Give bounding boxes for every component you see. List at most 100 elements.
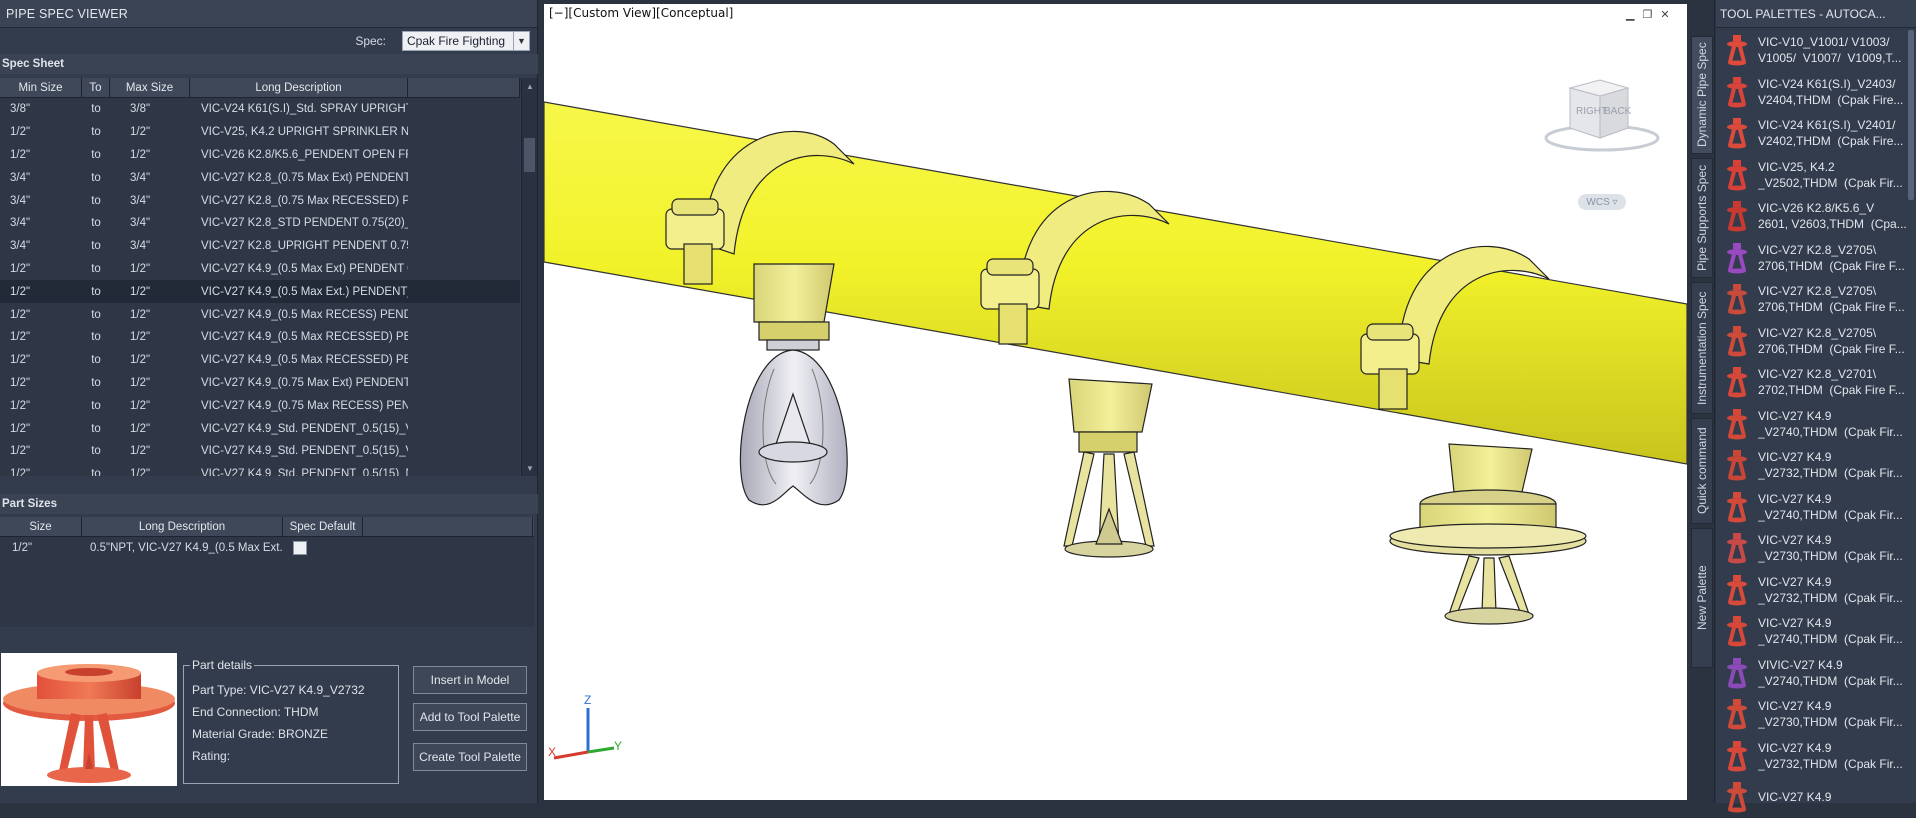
table-row[interactable]: 1/2" to 1/2" VIC-V27 K4.9_(0.5 Max Ext.) PE…: [0, 280, 520, 304]
wcs-label: WCS: [1586, 196, 1610, 208]
palette-tabs: Dynamic Pipe Spec Pipe Supports Spec Ins…: [1689, 0, 1715, 803]
sprinkler-icon: [1724, 200, 1750, 232]
close-icon[interactable]: ✕: [1660, 8, 1669, 21]
material-grade-text: Material Grade: BRONZE: [192, 727, 329, 741]
tab-new-palette[interactable]: New Palette: [1691, 528, 1713, 668]
long-description-cell: VIC-V27 K4.9_(0.5 Max Ext) PENDENT 0: [201, 262, 408, 275]
table-row[interactable]: 1/2" to 1/2" VIC-V27 K4.9_(0.5 Max Ext) PEN…: [0, 258, 520, 281]
col-part-description[interactable]: Long Description: [82, 517, 283, 536]
to-cell: to: [91, 399, 101, 412]
table-row[interactable]: 3/4" to 3/4" VIC-V27 K2.8_(0.75 Max Ext) PE…: [0, 166, 520, 189]
tab-quick-command[interactable]: Quick command: [1691, 418, 1713, 524]
spec-sheet-header: Spec Sheet: [0, 54, 538, 74]
table-row[interactable]: 3/4" to 3/4" VIC-V27 K2.8_STD PENDENT 0.75(…: [0, 212, 520, 235]
table-row[interactable]: 1/2" to 1/2" VIC-V27 K4.9_(0.5 Max RECESS) …: [0, 303, 520, 326]
table-row[interactable]: 3/8" to 3/8" VIC-V24 K61(S.I)_Std. SPRAY UP…: [0, 98, 520, 121]
spec-dropdown[interactable]: Cpak Fire Fighting ▼: [402, 31, 530, 51]
table-row[interactable]: 3/4" to 3/4" VIC-V27 K2.8_UPRIGHT PENDENT 0…: [0, 235, 520, 258]
tool-item-label: VIC-V27 K4.9 _V2740,THDM (Cpak Fir...: [1758, 408, 1908, 440]
viewcube-back-label[interactable]: BACK: [1604, 106, 1632, 117]
spec-sheet-table: Min Size To Max Size Long Description 3/…: [0, 78, 520, 476]
tool-palette-item[interactable]: VIC-V27 K2.8_V2701\ 2702,THDM (Cpak Fire…: [1716, 362, 1912, 403]
tool-palette-item[interactable]: VIC-V25, K4.2 _V2502,THDM (Cpak Fir...: [1716, 155, 1912, 196]
tool-palette-item[interactable]: VIC-V27 K4.9 _V2732,THDM (Cpak Fir...: [1716, 570, 1912, 611]
table-row[interactable]: 3/4" to 3/4" VIC-V27 K2.8_(0.75 Max RECESSE…: [0, 189, 520, 212]
tab-pipe-supports-spec[interactable]: Pipe Supports Spec: [1691, 158, 1713, 278]
viewcube-right-label[interactable]: RIGHT: [1576, 106, 1607, 117]
table-row[interactable]: 1/2" to 1/2" VIC-V25, K4.2 UPRIGHT SPRINKLE…: [0, 121, 520, 144]
table-row[interactable]: 1/2" to 1/2" VIC-V27 K4.9_(0.75 Max Ext) PE…: [0, 372, 520, 395]
to-cell: to: [91, 308, 101, 321]
spec-row: Spec: Cpak Fire Fighting ▼: [0, 28, 538, 54]
tool-palette-item[interactable]: VIVIC-V27 K4.9 _V2740,THDM (Cpak Fir...: [1716, 653, 1912, 694]
viewcube[interactable]: RIGHT BACK: [1540, 72, 1660, 162]
table-row[interactable]: 1/2" to 1/2" VIC-V27 K4.9_Std. PENDENT_0.5(…: [0, 463, 520, 476]
tool-palette-item[interactable]: VIC-V27 K4.9 _V2732,THDM (Cpak Fir...: [1716, 445, 1912, 486]
tab-instrumentation-spec[interactable]: Instrumentation Spec: [1691, 282, 1713, 414]
col-size[interactable]: Size: [0, 517, 82, 536]
table-row[interactable]: 1/2" to 1/2" VIC-V27 K4.9_(0.5 Max RECESSED…: [0, 349, 520, 372]
tool-item-label: VIC-V24 K61(S.I)_V2401/ V2402,THDM (Cpak…: [1758, 117, 1908, 149]
minimize-icon[interactable]: ▁: [1626, 8, 1634, 21]
max-size-cell: 3/4": [130, 171, 151, 184]
restore-icon[interactable]: ❐: [1642, 8, 1652, 21]
col-long-description[interactable]: Long Description: [190, 78, 408, 97]
tab-dynamic-pipe-spec[interactable]: Dynamic Pipe Spec: [1691, 36, 1713, 154]
tool-palette-item[interactable]: VIC-V27 K4.9 _V2730,THDM (Cpak Fir...: [1716, 694, 1912, 735]
sprinkler-icon: [1724, 532, 1750, 564]
viewport-controls: ▁ ❐ ✕: [1626, 8, 1670, 21]
to-cell: to: [91, 126, 101, 139]
scroll-down-icon[interactable]: ▼: [522, 460, 538, 476]
tool-palette-item[interactable]: VIC-V27 K4.9 _V2740,THDM (Cpak Fir...: [1716, 404, 1912, 445]
model-viewport[interactable]: [543, 4, 1688, 800]
sprinkler-icon: [1724, 34, 1750, 66]
long-description-cell: VIC-V27 K4.9_(0.5 Max RECESS) PENDE: [201, 308, 408, 321]
min-size-cell: 1/2": [10, 126, 31, 139]
palette-scrollbar[interactable]: [1908, 30, 1914, 200]
table-row[interactable]: 1/2" to 1/2" VIC-V27 K4.9_(0.75 Max RECESS)…: [0, 394, 520, 417]
max-size-cell: 1/2": [130, 308, 151, 321]
max-size-cell: 1/2": [130, 285, 151, 298]
viewport-label[interactable]: [−][Custom View][Conceptual]: [549, 6, 733, 20]
insert-in-model-button[interactable]: Insert in Model: [413, 666, 527, 694]
scroll-thumb[interactable]: [524, 138, 535, 172]
col-to[interactable]: To: [82, 78, 110, 97]
wcs-menu-button[interactable]: WCS ▿: [1578, 194, 1626, 210]
scroll-up-icon[interactable]: ▲: [522, 78, 538, 94]
table-row[interactable]: 1/2" to 1/2" VIC-V27 K4.9_Std. PENDENT_0.5(…: [0, 417, 520, 440]
sprinkler-icon: [1724, 159, 1750, 191]
tool-palette-item[interactable]: VIC-V27 K4.9 _V2740,THDM (Cpak Fir...: [1716, 611, 1912, 652]
col-min-size[interactable]: Min Size: [0, 78, 82, 97]
min-size-cell: 1/2": [10, 331, 31, 344]
tool-item-label: VIC-V27 K4.9 _V2732,THDM (Cpak Fir...: [1758, 574, 1908, 606]
table-row[interactable]: 1/2" to 1/2" VIC-V26 K2.8/K5.6_PENDENT OPEN…: [0, 144, 520, 167]
tool-palette-item[interactable]: VIC-V24 K61(S.I)_V2403/ V2404,THDM (Cpak…: [1716, 72, 1912, 113]
add-to-tool-palette-button[interactable]: Add to Tool Palette: [413, 703, 527, 731]
col-max-size[interactable]: Max Size: [110, 78, 190, 97]
axis-x-label: X: [548, 745, 556, 759]
long-description-cell: VIC-V26 K2.8/K5.6_PENDENT OPEN FRC: [201, 148, 408, 161]
create-tool-palette-button[interactable]: Create Tool Palette: [413, 743, 527, 771]
spec-default-checkbox[interactable]: [293, 541, 307, 555]
tool-palette-item[interactable]: VIC-V24 K61(S.I)_V2401/ V2402,THDM (Cpak…: [1716, 113, 1912, 154]
tool-palette-item[interactable]: VIC-V10_V1001/ V1003/ V1005/ V1007/ V100…: [1716, 30, 1912, 71]
tool-palette-item[interactable]: VIC-V27 K2.8_V2705\ 2706,THDM (Cpak Fire…: [1716, 238, 1912, 279]
max-size-cell: 1/2": [130, 445, 151, 458]
tool-palette-item[interactable]: VIC-V27 K4.9 _V2730,THDM (Cpak Fir...: [1716, 528, 1912, 569]
col-spec-default[interactable]: Spec Default: [283, 517, 363, 536]
table-row[interactable]: 1/2" to 1/2" VIC-V27 K4.9_Std. PENDENT_0.5(…: [0, 440, 520, 463]
part-details-legend: Part details: [190, 658, 255, 672]
tool-palette-item[interactable]: VIC-V27 K4.9: [1716, 777, 1912, 818]
long-description-cell: VIC-V27 K2.8_UPRIGHT PENDENT 0.75(: [201, 240, 408, 253]
tool-palette-item[interactable]: VIC-V27 K4.9 _V2740,THDM (Cpak Fir...: [1716, 487, 1912, 528]
spec-table-scrollbar[interactable]: ▲ ▼: [521, 78, 537, 476]
sprinkler-icon: [1724, 325, 1750, 357]
tool-palette-item[interactable]: VIC-V26 K2.8/K5.6_V 2601, V2603,THDM (Cp…: [1716, 196, 1912, 237]
tool-palette-item[interactable]: VIC-V27 K4.9 _V2732,THDM (Cpak Fir...: [1716, 736, 1912, 777]
table-row[interactable]: 1/2" to 1/2" VIC-V27 K4.9_(0.5 Max RECESSED…: [0, 326, 520, 349]
tool-palette-item[interactable]: VIC-V27 K2.8_V2705\ 2706,THDM (Cpak Fire…: [1716, 321, 1912, 362]
part-size-row[interactable]: 1/2" 0.5"NPT, VIC-V27 K4.9_(0.5 Max Ext.: [0, 537, 534, 559]
chevron-down-icon[interactable]: ▼: [513, 32, 529, 50]
tool-palette-item[interactable]: VIC-V27 K2.8_V2705\ 2706,THDM (Cpak Fire…: [1716, 279, 1912, 320]
max-size-cell: 1/2": [130, 331, 151, 344]
